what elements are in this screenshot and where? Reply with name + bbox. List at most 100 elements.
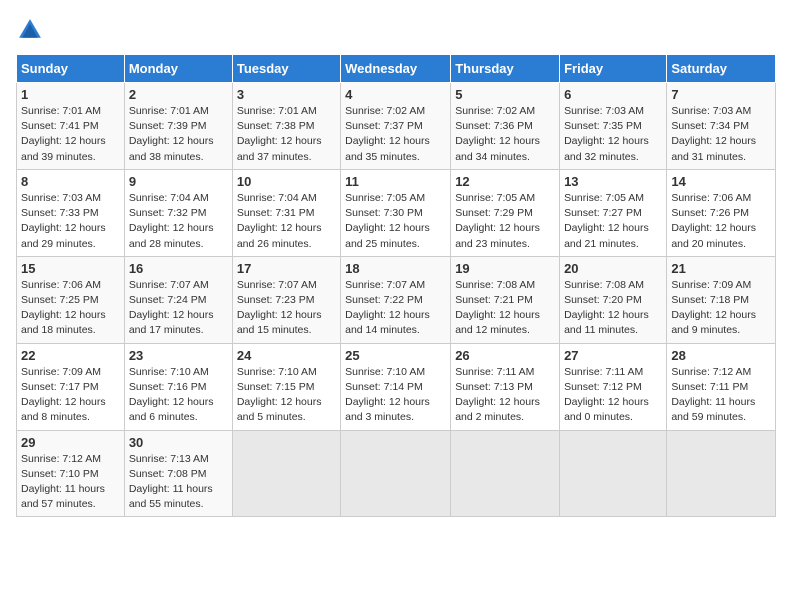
calendar-cell: 13 Sunrise: 7:05 AM Sunset: 7:27 PM Dayli… (560, 169, 667, 256)
calendar-cell: 14 Sunrise: 7:06 AM Sunset: 7:26 PM Dayli… (667, 169, 776, 256)
day-detail: Sunrise: 7:09 AM Sunset: 7:17 PM Dayligh… (21, 365, 120, 426)
day-detail: Sunrise: 7:09 AM Sunset: 7:18 PM Dayligh… (671, 278, 771, 339)
header-row: SundayMondayTuesdayWednesdayThursdayFrid… (17, 55, 776, 83)
calendar-body: 1 Sunrise: 7:01 AM Sunset: 7:41 PM Daylig… (17, 83, 776, 517)
header-day-saturday: Saturday (667, 55, 776, 83)
day-number: 17 (237, 261, 336, 276)
day-number: 3 (237, 87, 336, 102)
day-number: 12 (455, 174, 555, 189)
day-number: 28 (671, 348, 771, 363)
day-detail: Sunrise: 7:13 AM Sunset: 7:08 PM Dayligh… (129, 452, 228, 513)
calendar-cell: 3 Sunrise: 7:01 AM Sunset: 7:38 PM Daylig… (232, 83, 340, 170)
day-detail: Sunrise: 7:04 AM Sunset: 7:31 PM Dayligh… (237, 191, 336, 252)
day-number: 27 (564, 348, 662, 363)
day-number: 2 (129, 87, 228, 102)
calendar-cell: 28 Sunrise: 7:12 AM Sunset: 7:11 PM Dayli… (667, 343, 776, 430)
calendar-cell: 5 Sunrise: 7:02 AM Sunset: 7:36 PM Daylig… (451, 83, 560, 170)
day-detail: Sunrise: 7:07 AM Sunset: 7:23 PM Dayligh… (237, 278, 336, 339)
calendar-cell (341, 430, 451, 517)
day-number: 13 (564, 174, 662, 189)
day-number: 26 (455, 348, 555, 363)
calendar-cell: 12 Sunrise: 7:05 AM Sunset: 7:29 PM Dayli… (451, 169, 560, 256)
header-day-sunday: Sunday (17, 55, 125, 83)
day-detail: Sunrise: 7:11 AM Sunset: 7:13 PM Dayligh… (455, 365, 555, 426)
calendar-cell: 20Sunrise: 7:08 AM Sunset: 7:20 PM Dayli… (560, 256, 667, 343)
day-detail: Sunrise: 7:10 AM Sunset: 7:15 PM Dayligh… (237, 365, 336, 426)
calendar-cell: 15 Sunrise: 7:06 AM Sunset: 7:25 PM Dayli… (17, 256, 125, 343)
day-detail: Sunrise: 7:07 AM Sunset: 7:24 PM Dayligh… (129, 278, 228, 339)
calendar-cell: 9Sunrise: 7:04 AM Sunset: 7:32 PM Daylig… (124, 169, 232, 256)
calendar-cell: 23Sunrise: 7:10 AM Sunset: 7:16 PM Dayli… (124, 343, 232, 430)
day-detail: Sunrise: 7:12 AM Sunset: 7:11 PM Dayligh… (671, 365, 771, 426)
calendar-cell: 26 Sunrise: 7:11 AM Sunset: 7:13 PM Dayli… (451, 343, 560, 430)
day-number: 18 (345, 261, 446, 276)
day-number: 23 (129, 348, 228, 363)
day-detail: Sunrise: 7:02 AM Sunset: 7:36 PM Dayligh… (455, 104, 555, 165)
day-detail: Sunrise: 7:06 AM Sunset: 7:26 PM Dayligh… (671, 191, 771, 252)
calendar-cell: 10 Sunrise: 7:04 AM Sunset: 7:31 PM Dayli… (232, 169, 340, 256)
day-detail: Sunrise: 7:11 AM Sunset: 7:12 PM Dayligh… (564, 365, 662, 426)
header-day-thursday: Thursday (451, 55, 560, 83)
calendar-cell: 8 Sunrise: 7:03 AM Sunset: 7:33 PM Daylig… (17, 169, 125, 256)
day-detail: Sunrise: 7:03 AM Sunset: 7:33 PM Dayligh… (21, 191, 120, 252)
calendar-cell: 19 Sunrise: 7:08 AM Sunset: 7:21 PM Dayli… (451, 256, 560, 343)
day-detail: Sunrise: 7:05 AM Sunset: 7:29 PM Dayligh… (455, 191, 555, 252)
day-detail: Sunrise: 7:08 AM Sunset: 7:21 PM Dayligh… (455, 278, 555, 339)
calendar-cell: 1 Sunrise: 7:01 AM Sunset: 7:41 PM Daylig… (17, 83, 125, 170)
header (16, 16, 776, 44)
day-detail: Sunrise: 7:01 AM Sunset: 7:38 PM Dayligh… (237, 104, 336, 165)
calendar-cell: 24 Sunrise: 7:10 AM Sunset: 7:15 PM Dayli… (232, 343, 340, 430)
calendar-cell: 29Sunrise: 7:12 AM Sunset: 7:10 PM Dayli… (17, 430, 125, 517)
day-number: 15 (21, 261, 120, 276)
day-number: 14 (671, 174, 771, 189)
calendar-table: SundayMondayTuesdayWednesdayThursdayFrid… (16, 54, 776, 517)
calendar-cell: 27 Sunrise: 7:11 AM Sunset: 7:12 PM Dayli… (560, 343, 667, 430)
day-detail: Sunrise: 7:01 AM Sunset: 7:41 PM Dayligh… (21, 104, 120, 165)
day-number: 24 (237, 348, 336, 363)
week-row-4: 22 Sunrise: 7:09 AM Sunset: 7:17 PM Dayli… (17, 343, 776, 430)
calendar-cell (560, 430, 667, 517)
calendar-cell: 4 Sunrise: 7:02 AM Sunset: 7:37 PM Daylig… (341, 83, 451, 170)
logo-icon (16, 16, 44, 44)
day-number: 19 (455, 261, 555, 276)
header-day-wednesday: Wednesday (341, 55, 451, 83)
day-detail: Sunrise: 7:07 AM Sunset: 7:22 PM Dayligh… (345, 278, 446, 339)
day-detail: Sunrise: 7:05 AM Sunset: 7:30 PM Dayligh… (345, 191, 446, 252)
day-number: 11 (345, 174, 446, 189)
calendar-cell: 22 Sunrise: 7:09 AM Sunset: 7:17 PM Dayli… (17, 343, 125, 430)
calendar-cell: 18 Sunrise: 7:07 AM Sunset: 7:22 PM Dayli… (341, 256, 451, 343)
calendar-cell: 21 Sunrise: 7:09 AM Sunset: 7:18 PM Dayli… (667, 256, 776, 343)
calendar-cell: 11 Sunrise: 7:05 AM Sunset: 7:30 PM Dayli… (341, 169, 451, 256)
day-detail: Sunrise: 7:02 AM Sunset: 7:37 PM Dayligh… (345, 104, 446, 165)
calendar-header: SundayMondayTuesdayWednesdayThursdayFrid… (17, 55, 776, 83)
header-day-monday: Monday (124, 55, 232, 83)
day-number: 1 (21, 87, 120, 102)
day-number: 22 (21, 348, 120, 363)
calendar-cell: 16 Sunrise: 7:07 AM Sunset: 7:24 PM Dayli… (124, 256, 232, 343)
week-row-3: 15 Sunrise: 7:06 AM Sunset: 7:25 PM Dayli… (17, 256, 776, 343)
day-number: 25 (345, 348, 446, 363)
calendar-cell: 7Sunrise: 7:03 AM Sunset: 7:34 PM Daylig… (667, 83, 776, 170)
day-number: 4 (345, 87, 446, 102)
day-detail: Sunrise: 7:04 AM Sunset: 7:32 PM Dayligh… (129, 191, 228, 252)
day-detail: Sunrise: 7:06 AM Sunset: 7:25 PM Dayligh… (21, 278, 120, 339)
calendar-cell: 6 Sunrise: 7:03 AM Sunset: 7:35 PM Daylig… (560, 83, 667, 170)
day-number: 30 (129, 435, 228, 450)
day-number: 10 (237, 174, 336, 189)
day-detail: Sunrise: 7:12 AM Sunset: 7:10 PM Dayligh… (21, 452, 120, 513)
calendar-cell: 25Sunrise: 7:10 AM Sunset: 7:14 PM Dayli… (341, 343, 451, 430)
day-number: 5 (455, 87, 555, 102)
day-number: 21 (671, 261, 771, 276)
header-day-tuesday: Tuesday (232, 55, 340, 83)
day-detail: Sunrise: 7:03 AM Sunset: 7:34 PM Dayligh… (671, 104, 771, 165)
calendar-cell: 17 Sunrise: 7:07 AM Sunset: 7:23 PM Dayli… (232, 256, 340, 343)
logo (16, 16, 48, 44)
day-number: 16 (129, 261, 228, 276)
week-row-5: 29Sunrise: 7:12 AM Sunset: 7:10 PM Dayli… (17, 430, 776, 517)
day-detail: Sunrise: 7:05 AM Sunset: 7:27 PM Dayligh… (564, 191, 662, 252)
day-detail: Sunrise: 7:01 AM Sunset: 7:39 PM Dayligh… (129, 104, 228, 165)
calendar-cell (667, 430, 776, 517)
day-number: 8 (21, 174, 120, 189)
day-detail: Sunrise: 7:03 AM Sunset: 7:35 PM Dayligh… (564, 104, 662, 165)
day-number: 6 (564, 87, 662, 102)
